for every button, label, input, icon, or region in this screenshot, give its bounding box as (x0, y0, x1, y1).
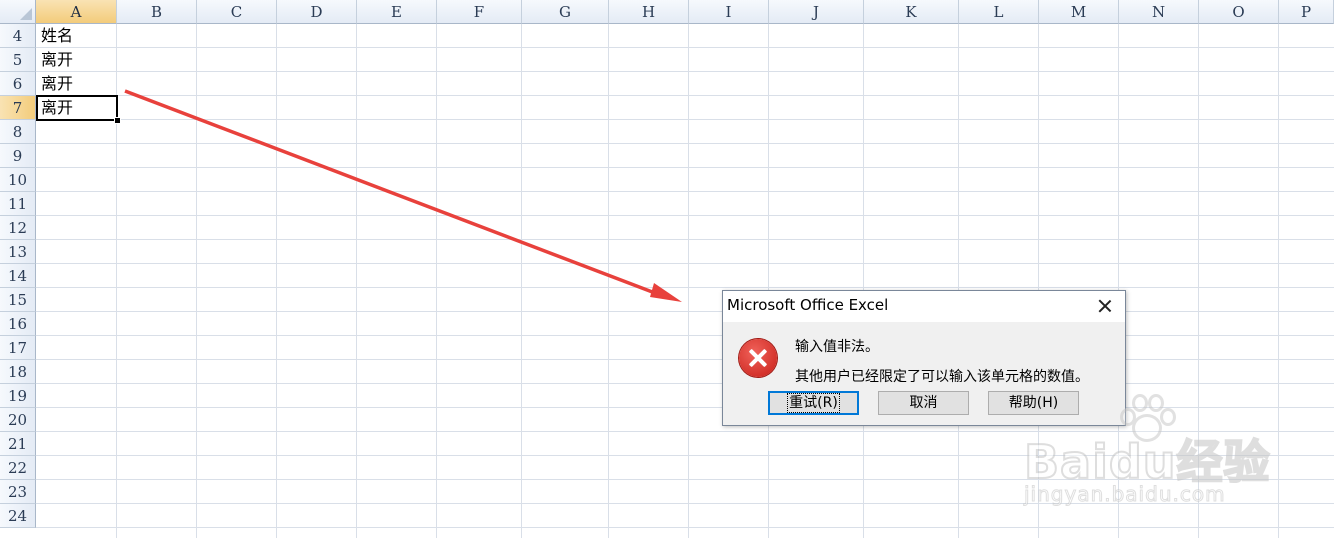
error-icon (739, 339, 777, 377)
baidu-watermark: Baidu经验 jingyan.baidu.com (1010, 390, 1310, 510)
dialog-title: Microsoft Office Excel (727, 296, 889, 314)
arrow-shaft (124, 89, 669, 300)
arrow-head (650, 283, 682, 302)
retry-button-label: 重试(R) (787, 393, 840, 413)
cancel-button[interactable]: 取消 (878, 391, 969, 415)
cancel-button-label: 取消 (909, 395, 938, 411)
dialog-message-line1: 输入值非法。 (795, 339, 879, 355)
dialog-titlebar[interactable]: Microsoft Office Excel (723, 291, 1125, 322)
retry-button[interactable]: 重试(R) (768, 391, 859, 415)
dialog-message-line2: 其他用户已经限定了可以输入该单元格的数值。 (795, 369, 1089, 385)
close-icon[interactable] (1095, 296, 1115, 316)
watermark-url: jingyan.baidu.com (1024, 482, 1226, 507)
